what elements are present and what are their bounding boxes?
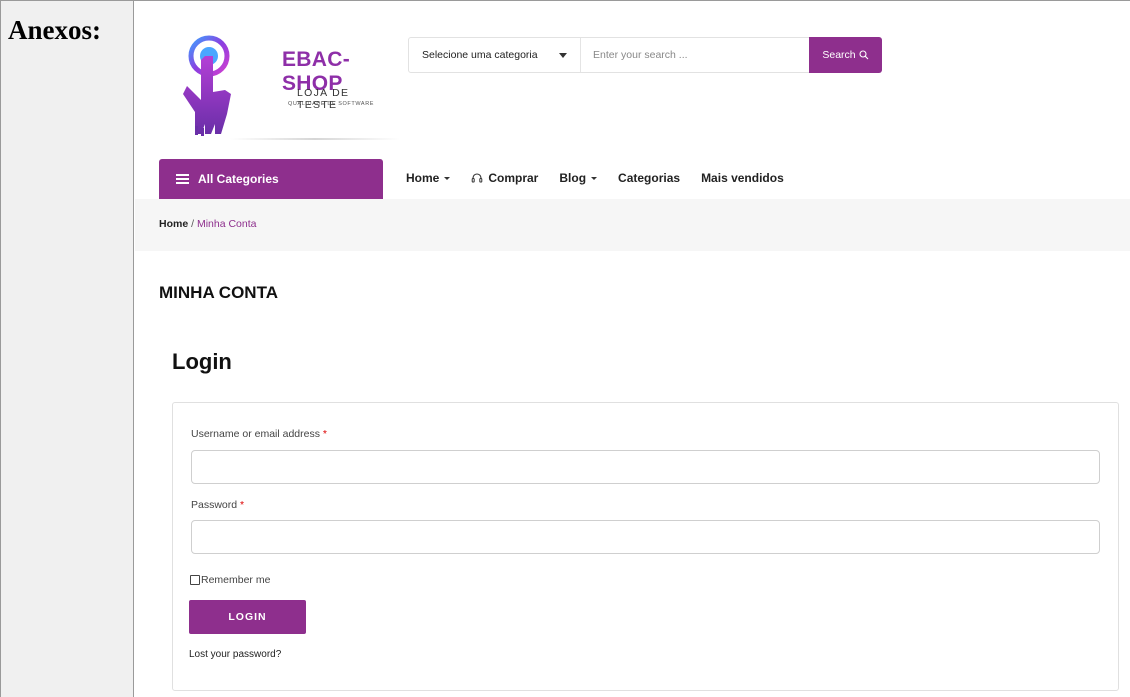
password-label-text: Password: [191, 499, 238, 511]
category-select[interactable]: Selecione uma categoria: [409, 38, 581, 72]
remember-me-checkbox[interactable]: [190, 575, 200, 585]
main-nav: Home Comprar Blog Categorias Mais vendid…: [406, 171, 805, 185]
nav-item-label: Home: [406, 171, 440, 185]
page-title: MINHA CONTA: [159, 283, 278, 302]
hand-pointer-icon: [183, 35, 231, 136]
username-label: Username or email address *: [191, 428, 327, 440]
site-logo[interactable]: EBAC-SHOP LOJA DE TESTE QUALIDADE DE SOF…: [175, 34, 400, 146]
chevron-down-icon: [591, 177, 598, 180]
logo-shadow: [230, 138, 400, 140]
nav-item-mais-vendidos[interactable]: Mais vendidos: [701, 171, 784, 185]
chevron-down-icon: [444, 177, 451, 180]
nav-item-comprar[interactable]: Comprar: [471, 171, 538, 185]
lost-password-link[interactable]: Lost your password?: [189, 649, 281, 660]
document-margin: Anexos:: [0, 0, 134, 697]
username-label-text: Username or email address: [191, 428, 320, 440]
nav-item-label: Mais vendidos: [701, 171, 784, 185]
all-categories-button[interactable]: All Categories: [159, 159, 383, 199]
login-heading: Login: [172, 349, 232, 374]
search-button-label: Search: [822, 49, 856, 61]
search-input[interactable]: [583, 39, 807, 71]
breadcrumb-separator: /: [191, 218, 195, 230]
nav-item-blog[interactable]: Blog: [559, 171, 598, 185]
all-categories-label: All Categories: [198, 172, 279, 186]
nav-item-label: Categorias: [618, 171, 681, 185]
chevron-down-icon: [559, 53, 567, 58]
breadcrumb-home-link[interactable]: Home: [159, 218, 188, 230]
headset-icon: [472, 173, 483, 183]
logo-subtitle: LOJA DE TESTE: [297, 87, 350, 111]
required-mark: *: [322, 428, 327, 440]
remember-me-label: Remember me: [201, 574, 271, 586]
remember-me[interactable]: Remember me: [190, 574, 270, 586]
search-button[interactable]: Search: [809, 37, 882, 73]
search-icon: [859, 50, 869, 60]
search-bar: Selecione uma categoria Search: [408, 37, 882, 73]
breadcrumb: Home / Minha Conta: [159, 218, 257, 230]
username-input[interactable]: [191, 450, 1100, 484]
category-select-label: Selecione uma categoria: [422, 49, 538, 61]
nav-item-label: Comprar: [488, 171, 539, 185]
password-input[interactable]: [191, 520, 1100, 554]
nav-item-label: Blog: [559, 171, 587, 185]
login-button[interactable]: LOGIN: [189, 600, 306, 634]
menu-icon: [176, 174, 189, 184]
breadcrumb-current: Minha Conta: [196, 218, 257, 230]
shop-page: EBAC-SHOP LOJA DE TESTE QUALIDADE DE SOF…: [135, 1, 1130, 697]
nav-item-categorias[interactable]: Categorias: [618, 171, 680, 185]
nav-item-home[interactable]: Home: [406, 171, 451, 185]
breadcrumb-bar: Home / Minha Conta: [135, 199, 1130, 251]
anexos-label: Anexos:: [8, 15, 101, 45]
login-form: Username or email address * Password * R…: [172, 402, 1119, 691]
required-mark: *: [240, 499, 245, 511]
logo-tagline: QUALIDADE DE SOFTWARE: [288, 101, 375, 107]
password-label: Password *: [191, 499, 244, 511]
